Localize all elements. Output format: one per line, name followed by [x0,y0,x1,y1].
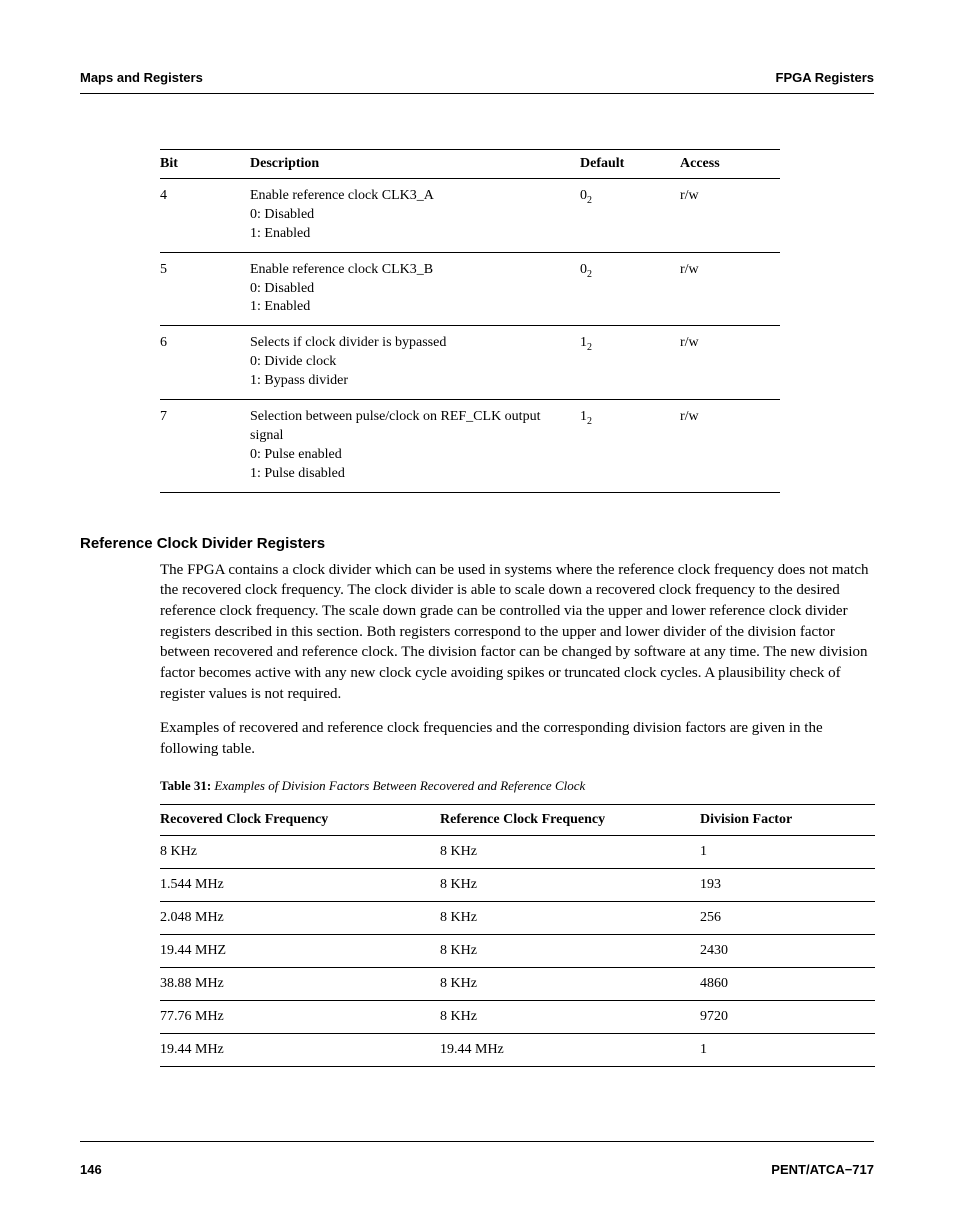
cell-description: Selects if clock divider is bypassed0: D… [250,326,580,400]
col-header-division: Division Factor [700,804,875,835]
col-header-description: Description [250,150,580,179]
cell-default: 02 [580,252,680,326]
cell-default: 12 [580,400,680,493]
table-row: 1.544 MHz8 KHz193 [160,868,875,901]
cell-bit: 7 [160,400,250,493]
frequency-table: Recovered Clock Frequency Reference Cloc… [160,804,875,1067]
freq-table-body: 8 KHz8 KHz11.544 MHz8 KHz1932.048 MHz8 K… [160,835,875,1066]
cell-default: 02 [580,179,680,253]
table-row: 2.048 MHz8 KHz256 [160,901,875,934]
cell-division: 4860 [700,967,875,1000]
col-header-recovered: Recovered Clock Frequency [160,804,440,835]
cell-description: Enable reference clock CLK3_B0: Disabled… [250,252,580,326]
cell-recovered: 1.544 MHz [160,868,440,901]
cell-reference: 8 KHz [440,835,700,868]
table-row: 19.44 MHZ8 KHz2430 [160,934,875,967]
cell-recovered: 19.44 MHz [160,1033,440,1066]
cell-division: 2430 [700,934,875,967]
cell-reference: 8 KHz [440,934,700,967]
col-header-reference: Reference Clock Frequency [440,804,700,835]
cell-recovered: 8 KHz [160,835,440,868]
cell-reference: 19.44 MHz [440,1033,700,1066]
cell-reference: 8 KHz [440,868,700,901]
table-row: 19.44 MHz19.44 MHz1 [160,1033,875,1066]
cell-recovered: 38.88 MHz [160,967,440,1000]
page-footer: 146 PENT/ATCA−717 [80,1141,874,1177]
cell-reference: 8 KHz [440,1000,700,1033]
cell-division: 1 [700,1033,875,1066]
cell-bit: 6 [160,326,250,400]
col-header-access: Access [680,150,780,179]
caption-text: Examples of Division Factors Between Rec… [211,778,585,793]
cell-description: Enable reference clock CLK3_A0: Disabled… [250,179,580,253]
col-header-default: Default [580,150,680,179]
section-heading: Reference Clock Divider Registers [80,535,874,552]
cell-recovered: 19.44 MHZ [160,934,440,967]
table-caption: Table 31: Examples of Division Factors B… [160,778,874,794]
table-row: 6Selects if clock divider is bypassed0: … [160,326,780,400]
cell-division: 256 [700,901,875,934]
cell-access: r/w [680,400,780,493]
cell-division: 1 [700,835,875,868]
cell-default: 12 [580,326,680,400]
cell-description: Selection between pulse/clock on REF_CLK… [250,400,580,493]
cell-division: 9720 [700,1000,875,1033]
page-number: 146 [80,1162,102,1177]
cell-division: 193 [700,868,875,901]
cell-access: r/w [680,179,780,253]
cell-access: r/w [680,252,780,326]
header-right: FPGA Registers [776,70,875,85]
table-row: 5Enable reference clock CLK3_B0: Disable… [160,252,780,326]
table-row: 8 KHz8 KHz1 [160,835,875,868]
document-id: PENT/ATCA−717 [771,1162,874,1177]
cell-bit: 5 [160,252,250,326]
cell-recovered: 77.76 MHz [160,1000,440,1033]
paragraph-1: The FPGA contains a clock divider which … [160,560,874,705]
cell-bit: 4 [160,179,250,253]
cell-reference: 8 KHz [440,901,700,934]
header-left: Maps and Registers [80,70,203,85]
caption-label: Table 31: [160,778,211,793]
table-row: 38.88 MHz8 KHz4860 [160,967,875,1000]
cell-reference: 8 KHz [440,967,700,1000]
cell-access: r/w [680,326,780,400]
page-header: Maps and Registers FPGA Registers [80,70,874,94]
paragraph-2: Examples of recovered and reference cloc… [160,718,874,759]
table-row: 7Selection between pulse/clock on REF_CL… [160,400,780,493]
bit-table-body: 4Enable reference clock CLK3_A0: Disable… [160,179,780,493]
table-row: 4Enable reference clock CLK3_A0: Disable… [160,179,780,253]
table-row: 77.76 MHz8 KHz9720 [160,1000,875,1033]
col-header-bit: Bit [160,150,250,179]
bit-register-table: Bit Description Default Access 4Enable r… [160,149,780,493]
cell-recovered: 2.048 MHz [160,901,440,934]
